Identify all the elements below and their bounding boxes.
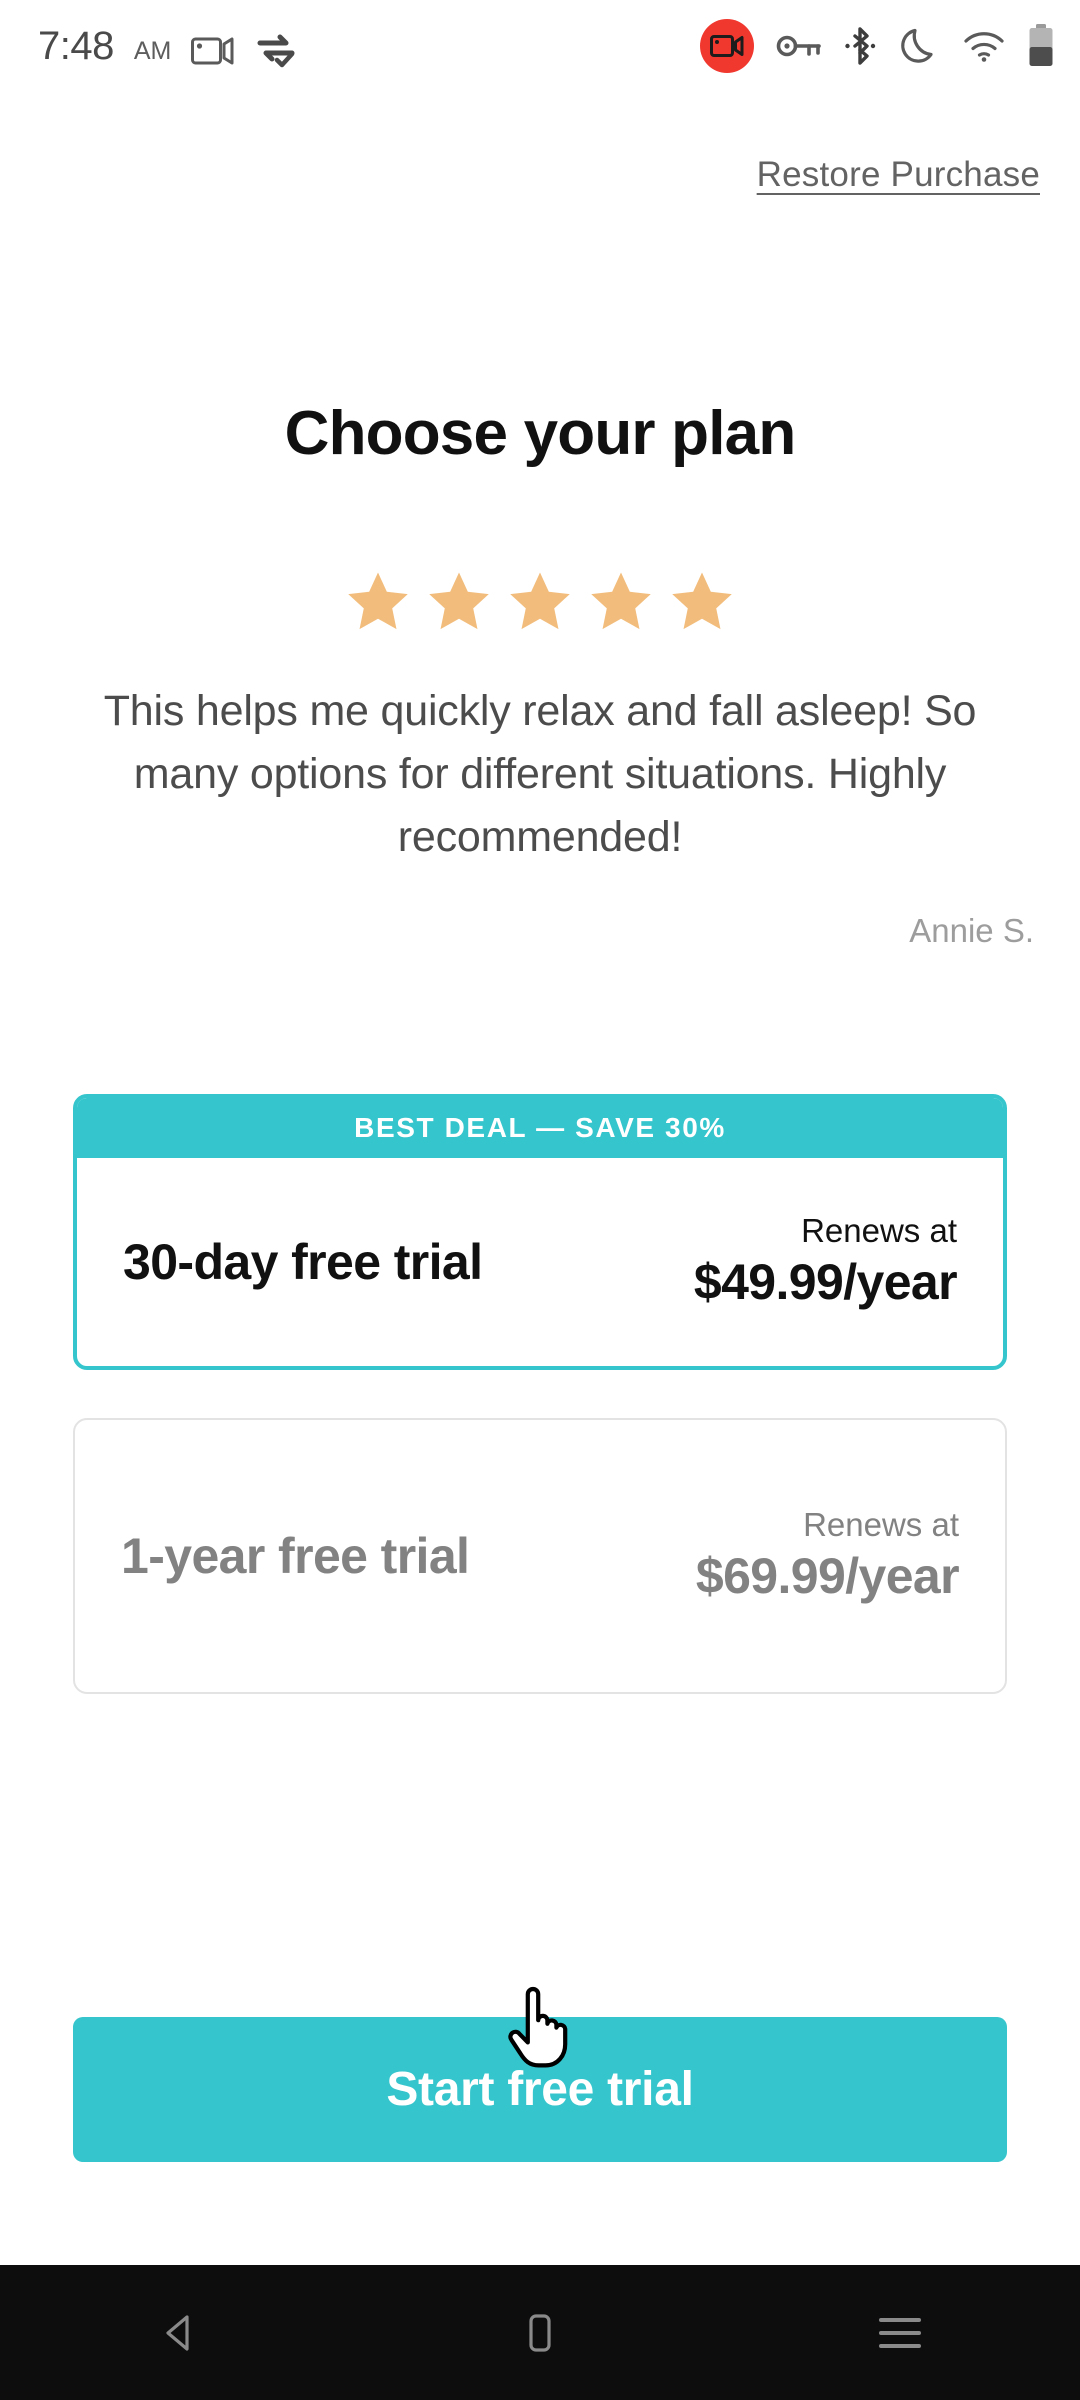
nav-recents-button[interactable]	[720, 2265, 1080, 2400]
status-bar-right	[700, 19, 1054, 73]
clock-time: 7:48	[38, 24, 114, 68]
status-bar: 7:48 AM	[0, 0, 1080, 92]
plan-name: 1-year free trial	[121, 1528, 470, 1584]
nav-back-button[interactable]	[0, 2265, 360, 2400]
start-free-trial-button[interactable]: Start free trial	[73, 2017, 1007, 2162]
status-bar-left: 7:48 AM	[38, 24, 297, 68]
star-icon	[586, 568, 656, 636]
vpn-key-icon	[776, 32, 822, 60]
bluetooth-icon	[844, 26, 876, 66]
nav-home-button[interactable]	[360, 2265, 720, 2400]
vpn-sync-icon	[255, 32, 297, 68]
phone-screen: 7:48 AM Restore Purchase Choose your pla…	[0, 0, 1080, 2400]
plan-list: BEST DEAL — SAVE 30% 30-day free trial R…	[73, 1094, 1007, 1694]
plan-body: 1-year free trial Renews at $69.99/year	[75, 1420, 1005, 1692]
star-icon	[667, 568, 737, 636]
review-author: Annie S.	[909, 912, 1034, 949]
plan-price-group: Renews at $69.99/year	[695, 1504, 960, 1608]
star-icon	[343, 568, 413, 636]
review-text: This helps me quickly relax and fall asl…	[103, 687, 977, 862]
plan-body: 30-day free trial Renews at $49.99/year	[77, 1158, 1003, 1366]
star-icon	[505, 568, 575, 636]
page-title: Choose your plan	[284, 399, 797, 468]
battery-icon	[1028, 24, 1054, 68]
plan-price: $69.99/year	[695, 1548, 960, 1605]
recording-badge-icon	[700, 19, 754, 73]
plan-card-1-year[interactable]: 1-year free trial Renews at $69.99/year	[73, 1418, 1007, 1694]
plan-price-group: Renews at $49.99/year	[693, 1210, 958, 1314]
screen-record-icon	[191, 34, 235, 68]
recents-icon	[879, 2317, 921, 2348]
plan-name: 30-day free trial	[123, 1234, 483, 1290]
restore-purchase-row: Restore Purchase	[0, 155, 1080, 195]
clock-ampm: AM	[133, 37, 172, 65]
best-deal-ribbon: BEST DEAL — SAVE 30%	[77, 1098, 1003, 1158]
renews-label: Renews at	[803, 1506, 959, 1544]
renews-label: Renews at	[801, 1212, 957, 1250]
wifi-icon	[962, 29, 1006, 63]
plan-price: $49.99/year	[693, 1254, 958, 1311]
star-icon	[424, 568, 494, 636]
plan-card-30-day[interactable]: BEST DEAL — SAVE 30% 30-day free trial R…	[73, 1094, 1007, 1370]
do-not-disturb-moon-icon	[898, 24, 940, 68]
star-rating	[0, 568, 1080, 636]
restore-purchase-link[interactable]: Restore Purchase	[757, 155, 1040, 195]
android-nav-bar	[0, 2265, 1080, 2400]
